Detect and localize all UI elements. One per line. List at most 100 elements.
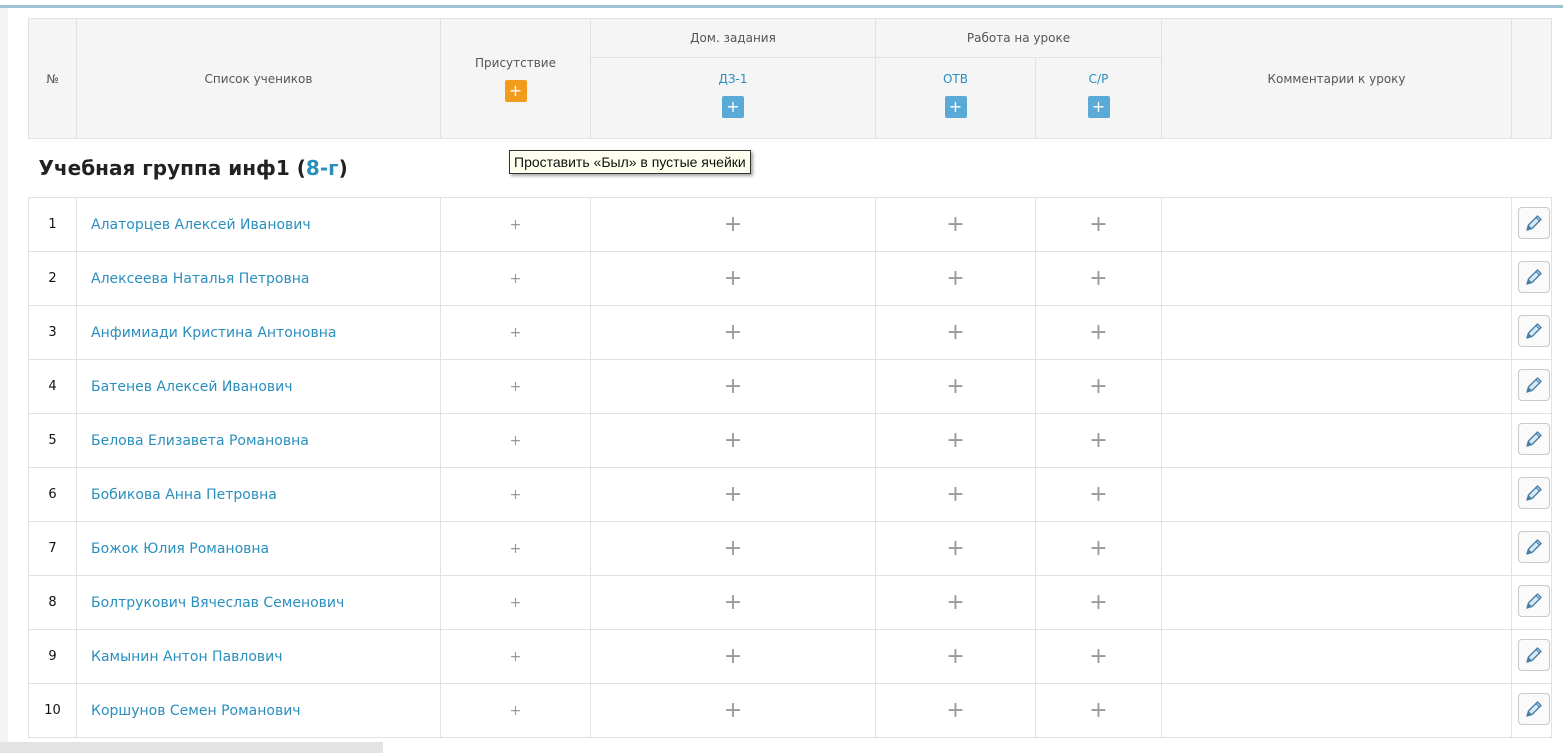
sr-grade-cell[interactable]: +	[1035, 359, 1162, 414]
otv-grade-cell[interactable]: +	[875, 467, 1036, 522]
comment-cell[interactable]	[1161, 683, 1512, 738]
otv-grade-cell[interactable]: +	[875, 251, 1036, 306]
sr-grade-cell[interactable]: +	[1035, 467, 1162, 522]
student-name-link[interactable]: Коршунов Семен Романович	[91, 703, 301, 719]
pencil-icon	[1526, 376, 1542, 393]
otv-grade-cell[interactable]: +	[875, 305, 1036, 360]
edit-button[interactable]	[1518, 206, 1550, 239]
edit-button[interactable]	[1518, 530, 1550, 563]
add-hw1-grades-button[interactable]: +	[722, 96, 744, 118]
hw1-grade-cell[interactable]: +	[590, 359, 876, 414]
attendance-cell[interactable]: +	[440, 251, 591, 306]
plus-icon: +	[1089, 482, 1108, 507]
group-class-link[interactable]: 8-г	[306, 156, 339, 180]
plus-icon: +	[1089, 374, 1108, 399]
sr-grade-cell[interactable]: +	[1035, 413, 1162, 468]
hw1-grade-cell[interactable]: +	[590, 305, 876, 360]
plus-icon: +	[1089, 536, 1108, 561]
horizontal-scrollbar[interactable]	[0, 742, 383, 753]
plus-icon: +	[946, 428, 965, 453]
student-name-cell: Белова Елизавета Романовна	[76, 413, 441, 468]
edit-button[interactable]	[1518, 584, 1550, 617]
student-name-link[interactable]: Анфимиади Кристина Антоновна	[91, 325, 336, 341]
plus-icon: +	[723, 644, 743, 669]
student-name-link[interactable]: Камынин Антон Павлович	[91, 649, 283, 665]
student-name-cell: Камынин Антон Павлович	[76, 629, 441, 684]
add-otv-grades-button[interactable]: +	[944, 96, 967, 118]
sr-grade-cell[interactable]: +	[1035, 683, 1162, 738]
sr-grade-cell[interactable]: +	[1035, 575, 1162, 630]
hw1-grade-cell[interactable]: +	[590, 413, 876, 468]
header-attendance: Присутствие +	[440, 18, 591, 139]
plus-icon: +	[509, 594, 522, 611]
hw1-label[interactable]: ДЗ-1	[591, 72, 875, 86]
hw1-grade-cell[interactable]: +	[590, 197, 876, 252]
hw1-grade-cell[interactable]: +	[590, 629, 876, 684]
otv-grade-cell[interactable]: +	[875, 683, 1036, 738]
comment-cell[interactable]	[1161, 575, 1512, 630]
attendance-cell[interactable]: +	[440, 521, 591, 576]
comment-cell[interactable]	[1161, 413, 1512, 468]
comment-cell[interactable]	[1161, 629, 1512, 684]
group-name: Учебная группа инф1	[38, 156, 290, 180]
student-name-link[interactable]: Бобикова Анна Петровна	[91, 487, 277, 503]
actions-cell	[1511, 629, 1552, 684]
attendance-cell[interactable]: +	[440, 683, 591, 738]
otv-grade-cell[interactable]: +	[875, 521, 1036, 576]
otv-grade-cell[interactable]: +	[875, 629, 1036, 684]
plus-icon: +	[946, 536, 965, 561]
attendance-cell[interactable]: +	[440, 467, 591, 522]
attendance-cell[interactable]: +	[440, 359, 591, 414]
comment-cell[interactable]	[1161, 251, 1512, 306]
hw1-grade-cell[interactable]: +	[590, 251, 876, 306]
header-classwork: Работа на уроке	[875, 18, 1162, 58]
add-sr-grades-button[interactable]: +	[1087, 96, 1110, 118]
otv-grade-cell[interactable]: +	[875, 197, 1036, 252]
mark-all-present-button[interactable]: +	[504, 79, 527, 102]
student-row: 5 Белова Елизавета Романовна + + + +	[28, 413, 1552, 468]
edit-button[interactable]	[1518, 422, 1550, 455]
plus-icon: +	[1089, 266, 1108, 291]
student-name-link[interactable]: Алексеева Наталья Петровна	[91, 271, 309, 287]
comment-cell[interactable]	[1161, 359, 1512, 414]
hw1-grade-cell[interactable]: +	[590, 575, 876, 630]
sr-grade-cell[interactable]: +	[1035, 197, 1162, 252]
student-name-link[interactable]: Божок Юлия Романовна	[91, 541, 269, 557]
student-name-link[interactable]: Болтрукович Вячеслав Семенович	[91, 595, 344, 611]
attendance-cell[interactable]: +	[440, 197, 591, 252]
edit-button[interactable]	[1518, 476, 1550, 509]
hw1-grade-cell[interactable]: +	[590, 467, 876, 522]
student-name-link[interactable]: Алаторцев Алексей Иванович	[91, 217, 311, 233]
attendance-cell[interactable]: +	[440, 629, 591, 684]
sr-grade-cell[interactable]: +	[1035, 251, 1162, 306]
student-name-link[interactable]: Батенев Алексей Иванович	[91, 379, 293, 395]
group-close-paren: )	[338, 156, 348, 180]
edit-button[interactable]	[1518, 314, 1550, 347]
sr-grade-cell[interactable]: +	[1035, 521, 1162, 576]
comment-cell[interactable]	[1161, 467, 1512, 522]
sr-grade-cell[interactable]: +	[1035, 629, 1162, 684]
row-number: 1	[28, 197, 77, 252]
hw1-grade-cell[interactable]: +	[590, 521, 876, 576]
student-row: 6 Бобикова Анна Петровна + + + +	[28, 467, 1552, 522]
plus-icon: +	[723, 320, 743, 345]
hw1-grade-cell[interactable]: +	[590, 683, 876, 738]
edit-button[interactable]	[1518, 260, 1550, 293]
otv-grade-cell[interactable]: +	[875, 359, 1036, 414]
otv-label[interactable]: ОТВ	[876, 72, 1035, 86]
student-name-link[interactable]: Белова Елизавета Романовна	[91, 433, 309, 449]
row-number: 8	[28, 575, 77, 630]
otv-grade-cell[interactable]: +	[875, 413, 1036, 468]
comment-cell[interactable]	[1161, 521, 1512, 576]
edit-button[interactable]	[1518, 368, 1550, 401]
edit-button[interactable]	[1518, 638, 1550, 671]
comment-cell[interactable]	[1161, 305, 1512, 360]
attendance-cell[interactable]: +	[440, 413, 591, 468]
sr-label[interactable]: С/Р	[1036, 72, 1161, 86]
comment-cell[interactable]	[1161, 197, 1512, 252]
otv-grade-cell[interactable]: +	[875, 575, 1036, 630]
attendance-cell[interactable]: +	[440, 305, 591, 360]
edit-button[interactable]	[1518, 692, 1550, 725]
sr-grade-cell[interactable]: +	[1035, 305, 1162, 360]
attendance-cell[interactable]: +	[440, 575, 591, 630]
